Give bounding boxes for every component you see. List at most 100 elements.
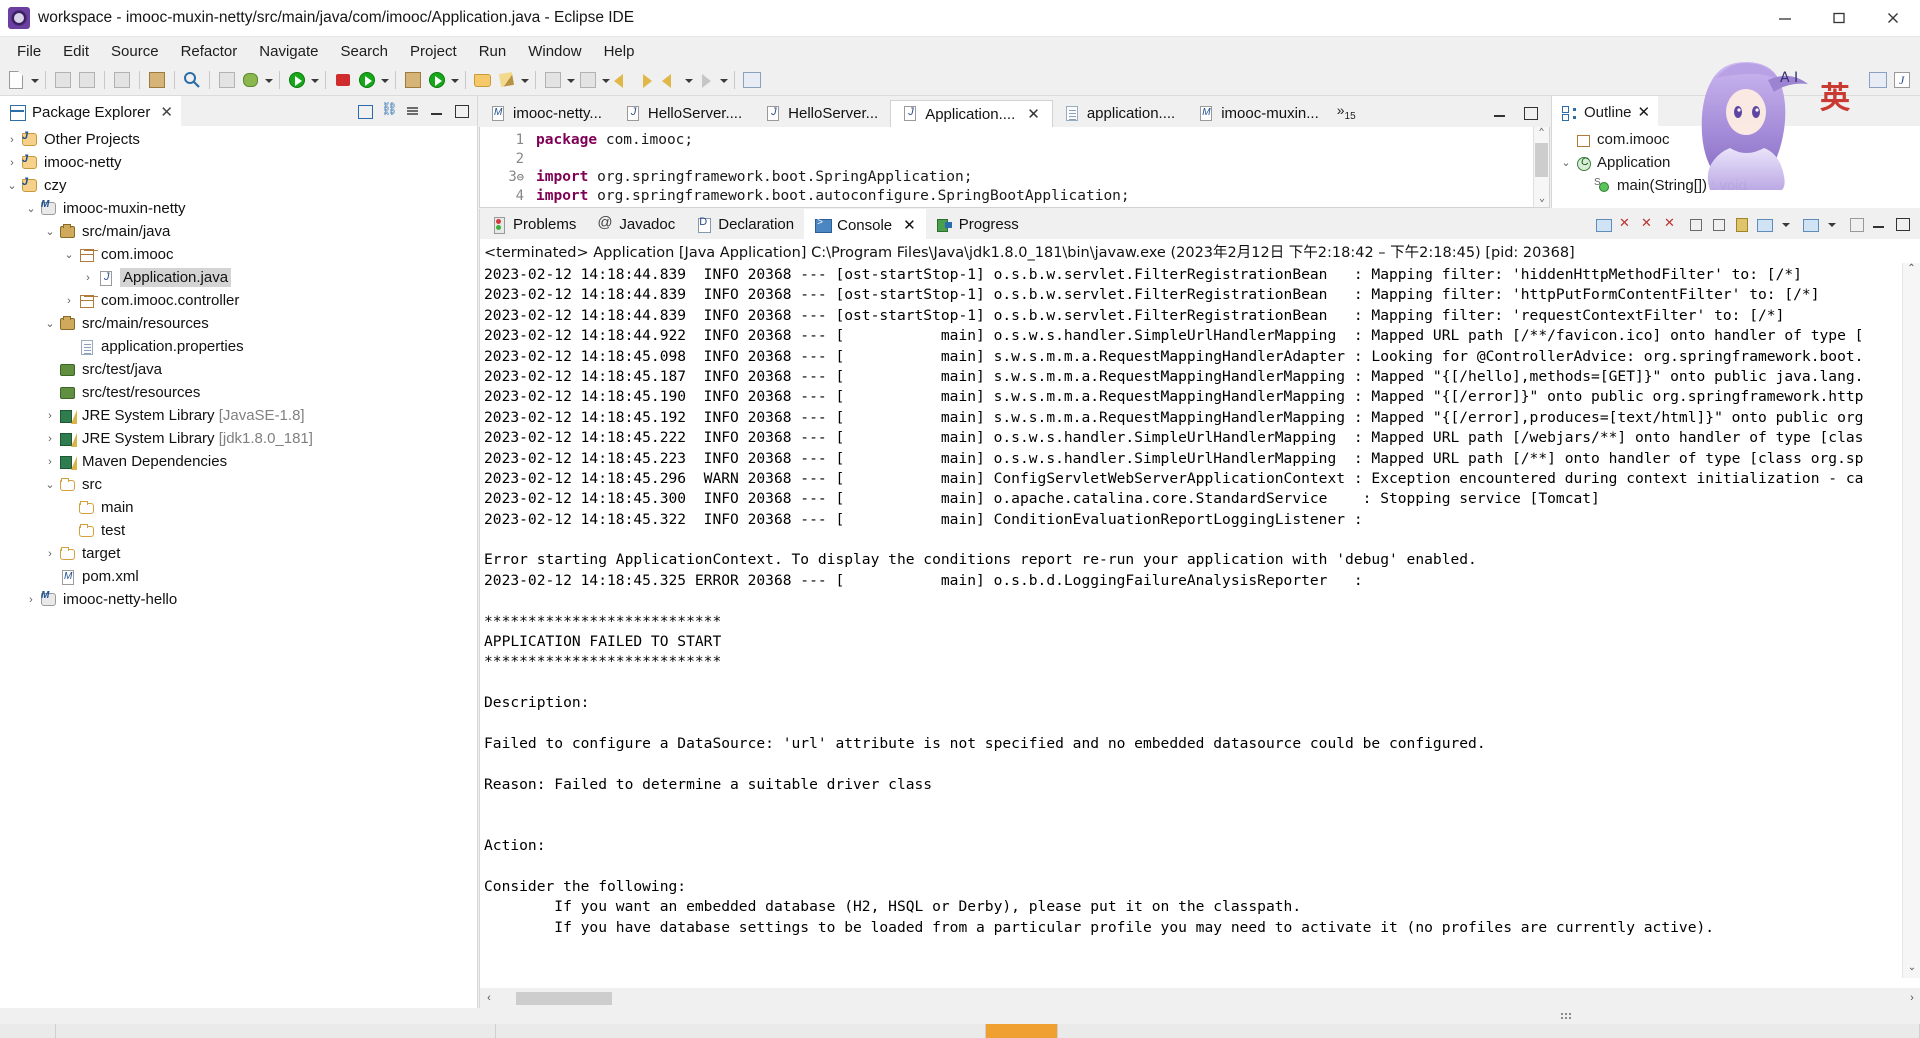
run-dropdown-caret-icon[interactable] (309, 69, 320, 91)
new-icon[interactable] (6, 69, 28, 91)
tree-item[interactable]: ⌄ src/main/resources (0, 312, 477, 335)
new-dropdown-caret-icon[interactable] (29, 69, 40, 91)
next-annotation-caret-icon[interactable] (565, 69, 576, 91)
back-icon[interactable] (612, 69, 634, 91)
taskbar-item[interactable] (0, 1024, 56, 1038)
external-tools-caret-icon[interactable] (519, 69, 530, 91)
outline-item[interactable]: Smain(String[]) : void (1552, 174, 1920, 197)
open-perspective-icon[interactable] (1867, 69, 1889, 91)
stop-icon[interactable] (332, 69, 354, 91)
scrollbar-thumb[interactable] (1535, 143, 1548, 177)
tree-item[interactable]: src/test/java (0, 358, 477, 381)
chevron-down-icon[interactable]: ⌄ (42, 225, 58, 238)
clear-console-icon[interactable] (1593, 214, 1613, 234)
editor-vertical-scrollbar[interactable]: ⌃ ⌄ (1533, 127, 1549, 207)
editor-tab[interactable]: imooc-muxin... (1187, 100, 1331, 127)
scroll-down-icon[interactable]: ⌄ (1903, 962, 1920, 978)
minimize-button[interactable] (1758, 0, 1812, 37)
tree-item[interactable]: › imooc-netty (0, 151, 477, 174)
console-panel-tab[interactable]: Declaration (685, 209, 804, 239)
tree-item[interactable]: test (0, 519, 477, 542)
save-all-icon[interactable] (76, 69, 98, 91)
save-icon[interactable] (52, 69, 74, 91)
maximize-icon[interactable] (1520, 103, 1540, 123)
chevron-right-icon[interactable]: › (42, 410, 58, 422)
view-menu-icon[interactable] (1846, 214, 1866, 234)
chevron-down-icon[interactable]: ⌄ (42, 478, 58, 491)
scroll-right-icon[interactable]: › (1903, 992, 1920, 1004)
menu-search[interactable]: Search (329, 40, 399, 63)
tree-item[interactable]: ⌄ imooc-muxin-netty (0, 197, 477, 220)
editor-tab[interactable]: Application.... ✕ (890, 100, 1053, 127)
coverage-dropdown-caret-icon[interactable] (379, 69, 390, 91)
previous-annotation-icon[interactable] (577, 69, 599, 91)
editor-tab-overflow-button[interactable]: »15 (1331, 102, 1362, 122)
forward-icon[interactable] (636, 69, 658, 91)
print-icon[interactable] (111, 69, 133, 91)
open-console-icon[interactable] (1800, 214, 1820, 234)
editor-tab[interactable]: HelloServer.... (613, 100, 755, 127)
debug-dropdown-caret-icon[interactable] (263, 69, 274, 91)
console-vertical-scrollbar[interactable]: ⌃ ⌄ (1902, 263, 1920, 978)
menu-source[interactable]: Source (100, 40, 170, 63)
editor-tab[interactable]: imooc-netty... (479, 100, 614, 127)
console-horizontal-scrollbar[interactable]: ‹ › (480, 988, 1920, 1008)
taskbar-item[interactable] (496, 1024, 986, 1038)
minimize-icon[interactable] (427, 101, 447, 121)
back-alt-icon[interactable] (660, 69, 682, 91)
scroll-lock-icon[interactable] (1685, 214, 1705, 234)
build-icon[interactable] (146, 69, 168, 91)
close-icon[interactable]: ✕ (1638, 103, 1651, 121)
editor-tab[interactable]: HelloServer... (754, 100, 891, 127)
console-output-area[interactable]: 2023-02-12 14:18:44.839 INFO 20368 --- [… (480, 263, 1920, 978)
menu-run[interactable]: Run (468, 40, 518, 63)
debug-icon[interactable] (240, 69, 262, 91)
remove-all-terminated-icon[interactable] (1662, 214, 1682, 234)
next-annotation-icon[interactable] (542, 69, 564, 91)
tree-item[interactable]: › target (0, 542, 477, 565)
tree-item[interactable]: pom.xml (0, 565, 477, 588)
tree-item[interactable]: ⌄ src (0, 473, 477, 496)
external-tools-icon[interactable] (496, 69, 518, 91)
hscroll-track[interactable] (498, 991, 1903, 1005)
view-menu-icon[interactable] (403, 101, 423, 121)
taskbar-item[interactable] (56, 1024, 496, 1038)
menu-window[interactable]: Window (517, 40, 592, 63)
search-icon[interactable] (181, 69, 203, 91)
open-type-icon[interactable] (472, 69, 494, 91)
tree-item[interactable]: › Other Projects (0, 128, 477, 151)
word-wrap-icon[interactable] (1708, 214, 1728, 234)
close-button[interactable] (1866, 0, 1920, 37)
console-panel-tab[interactable]: Console ✕ (804, 209, 926, 239)
menu-project[interactable]: Project (399, 40, 468, 63)
chevron-down-icon[interactable]: ⌄ (61, 248, 77, 261)
tree-item[interactable]: main (0, 496, 477, 519)
pin-console-icon[interactable] (1731, 214, 1751, 234)
scroll-up-icon[interactable]: ⌃ (1534, 127, 1549, 141)
chevron-right-icon[interactable]: › (80, 272, 96, 284)
taskbar-item[interactable] (1058, 1024, 1920, 1038)
pin-editor-icon[interactable] (741, 69, 763, 91)
hscroll-thumb[interactable] (516, 992, 612, 1005)
previous-annotation-caret-icon[interactable] (600, 69, 611, 91)
remove-launch-icon[interactable] (1639, 214, 1659, 234)
chevron-right-icon[interactable]: › (4, 134, 20, 146)
minimize-icon[interactable] (1869, 214, 1889, 234)
chevron-down-icon[interactable]: ⌄ (23, 202, 39, 215)
tree-item[interactable]: › com.imooc.controller (0, 289, 477, 312)
taskbar-item-active[interactable] (986, 1024, 1058, 1038)
maximize-icon[interactable] (451, 101, 471, 121)
console-panel-tab[interactable]: Javadoc (586, 209, 685, 239)
scroll-down-icon[interactable]: ⌄ (1534, 193, 1550, 207)
close-icon[interactable]: ✕ (1027, 105, 1040, 123)
new-package-icon[interactable] (402, 69, 424, 91)
new-java-project-icon[interactable] (426, 69, 448, 91)
tree-item[interactable]: src/test/resources (0, 381, 477, 404)
terminate-icon[interactable] (1616, 214, 1636, 234)
menu-file[interactable]: File (6, 40, 52, 63)
chevron-down-icon[interactable]: ⌄ (42, 317, 58, 330)
menu-help[interactable]: Help (593, 40, 646, 63)
forward-caret-icon[interactable] (718, 69, 729, 91)
tree-item[interactable]: › Maven Dependencies (0, 450, 477, 473)
display-selected-console-icon[interactable] (1754, 214, 1774, 234)
